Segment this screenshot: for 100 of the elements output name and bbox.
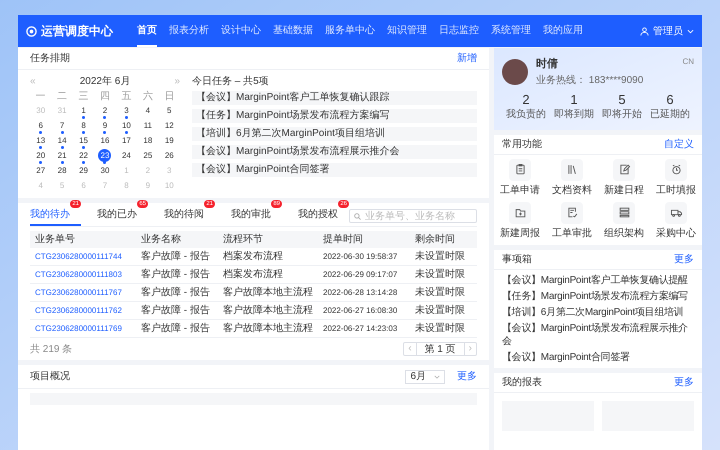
table-cell-text: 客户故障本地主流程: [222, 322, 314, 336]
shortcut-button[interactable]: [561, 202, 583, 224]
calendar-day[interactable]: 10: [120, 119, 133, 132]
document-check-icon: [566, 206, 578, 219]
order-link[interactable]: CTG2306280000111744: [30, 250, 136, 262]
task-item[interactable]: 【任务】MarginPoint场景发布流程方案编写: [192, 109, 477, 123]
more-link[interactable]: 更多: [457, 369, 477, 384]
calendar-day[interactable]: 19: [162, 134, 176, 147]
calendar-day[interactable]: 29: [77, 164, 90, 177]
add-link[interactable]: 新增: [457, 51, 477, 66]
calendar-day[interactable]: 2: [98, 104, 112, 117]
calendar-day[interactable]: 13: [34, 134, 48, 147]
task-item[interactable]: 【培训】6月第二次MarginPoint项目组培训: [192, 127, 477, 141]
calendar-day[interactable]: 27: [34, 164, 48, 177]
month-select[interactable]: 6月: [405, 370, 445, 384]
table-cell-text: 2022-06-29 09:17:07: [322, 268, 398, 280]
more-link[interactable]: 更多: [674, 374, 694, 390]
stat-value: 1: [570, 92, 578, 106]
shortcut-label: 工单申请: [500, 184, 540, 198]
calendar-day[interactable]: 11: [141, 119, 154, 132]
calendar-day[interactable]: 16: [98, 134, 112, 147]
search-field[interactable]: 业务单号、业务名称: [349, 209, 477, 223]
nav-tab[interactable]: 基础数据: [273, 15, 313, 47]
inbox-item[interactable]: 【会议】MarginPoint场景发布流程展示推介会: [502, 322, 694, 348]
shortcut-button[interactable]: [561, 158, 583, 180]
card-title: 我的报表: [502, 376, 542, 390]
order-link[interactable]: CTG2306280000111762: [30, 304, 136, 316]
customize-link[interactable]: 自定义: [664, 136, 694, 152]
inbox-item[interactable]: 【培训】6月第二次MarginPoint项目组培训: [502, 306, 694, 318]
shortcut-button[interactable]: [509, 202, 531, 224]
calendar-day[interactable]: 18: [141, 134, 154, 147]
app-title: 运营调度中心: [41, 23, 113, 40]
user-icon: [640, 26, 649, 36]
calendar-day[interactable]: 17: [120, 134, 133, 147]
calendar-day[interactable]: 26: [162, 149, 176, 162]
nav-tab[interactable]: 设计中心: [221, 15, 261, 47]
order-link[interactable]: CTG2306280000111767: [30, 286, 136, 298]
inbox-item[interactable]: 【会议】MarginPoint客户工单恢复确认提醒: [502, 274, 694, 286]
calendar-day[interactable]: 21: [56, 149, 69, 162]
table-cell-text: 未设置时限: [414, 286, 466, 300]
calendar-day[interactable]: 4: [141, 104, 154, 117]
weekday-label: 六: [142, 90, 154, 104]
calendar-day[interactable]: 25: [141, 149, 154, 162]
order-link[interactable]: CTG2306280000111803: [30, 268, 136, 280]
calendar-day[interactable]: 22: [77, 149, 90, 162]
weekday-label: 三: [78, 90, 90, 104]
calendar-day[interactable]: 5: [162, 104, 176, 117]
logo-icon: [26, 26, 37, 36]
calendar-day[interactable]: 28: [56, 164, 69, 177]
nav-tab[interactable]: 知识管理: [387, 15, 427, 47]
nav-tab[interactable]: 我的应用: [543, 15, 583, 47]
calendar-day[interactable]: 8: [77, 119, 90, 132]
weekday-label: 四: [98, 90, 111, 104]
nav-tab[interactable]: 报表分析: [169, 15, 209, 47]
shortcut-label: 工单审批: [552, 226, 592, 240]
nav-tab[interactable]: 服务单中心: [325, 15, 375, 47]
inbox-item[interactable]: 【会议】MarginPoint合同签署: [502, 350, 694, 364]
calendar-day[interactable]: 3: [120, 104, 133, 117]
shortcut-button[interactable]: [665, 158, 687, 180]
calendar-day[interactable]: 12: [162, 119, 176, 132]
card-title: 任务排期: [30, 52, 70, 66]
more-link[interactable]: 更多: [674, 252, 694, 266]
shortcut-button[interactable]: [613, 202, 635, 224]
shortcut-button[interactable]: [509, 158, 531, 180]
column-header: 业务单号: [34, 232, 76, 247]
clipboard-icon: [514, 163, 526, 176]
calendar-day[interactable]: 14: [56, 134, 69, 147]
weekday-label: 五: [120, 90, 132, 104]
table-cell-text: 客户故障 - 报告: [140, 268, 211, 282]
calendar-day[interactable]: 23: [98, 149, 112, 162]
stat-label: 已延期的: [650, 108, 690, 122]
order-link[interactable]: CTG2306280000111769: [30, 322, 136, 334]
shortcut-button[interactable]: [665, 202, 687, 224]
calendar-day[interactable]: 1: [77, 104, 90, 117]
weekday-label: 日: [163, 90, 176, 104]
calendar-day[interactable]: 20: [34, 149, 48, 162]
alarm-clock-icon: [670, 163, 682, 176]
stat-label: 我负责的: [506, 108, 546, 122]
table-cell-text: 2022-06-27 14:23:03: [322, 322, 398, 334]
task-item[interactable]: 【会议】MarginPoint合同签署: [192, 163, 477, 177]
task-item[interactable]: 【会议】MarginPoint客户工单恢复确认跟踪: [192, 91, 477, 105]
stat-value: 5: [618, 92, 626, 106]
inbox-item[interactable]: 【任务】MarginPoint场景发布流程方案编写: [502, 290, 694, 302]
table-cell-text: 客户故障 - 报告: [140, 304, 211, 318]
stat-label: 即将开始: [602, 108, 642, 122]
calendar-day[interactable]: 15: [77, 134, 90, 147]
table-cell-text: 客户故障本地主流程: [222, 304, 314, 318]
calendar-day[interactable]: 24: [120, 149, 133, 162]
nav-tab[interactable]: 系统管理: [491, 15, 531, 47]
calendar-day[interactable]: 7: [56, 119, 69, 132]
shortcut-button[interactable]: [613, 158, 635, 180]
calendar-day[interactable]: 6: [34, 119, 48, 132]
nav-tab[interactable]: 日志监控: [439, 15, 479, 47]
weekday-label: 一: [34, 90, 47, 104]
calendar-day[interactable]: 30: [98, 164, 112, 177]
stat-label: 即将到期: [554, 108, 594, 122]
calendar-day[interactable]: 9: [98, 119, 112, 132]
total-count: 共 219 条: [30, 342, 72, 356]
user-name[interactable]: 管理员: [653, 24, 683, 38]
task-item[interactable]: 【会议】MarginPoint场景发布流程展示推介会: [192, 145, 477, 159]
